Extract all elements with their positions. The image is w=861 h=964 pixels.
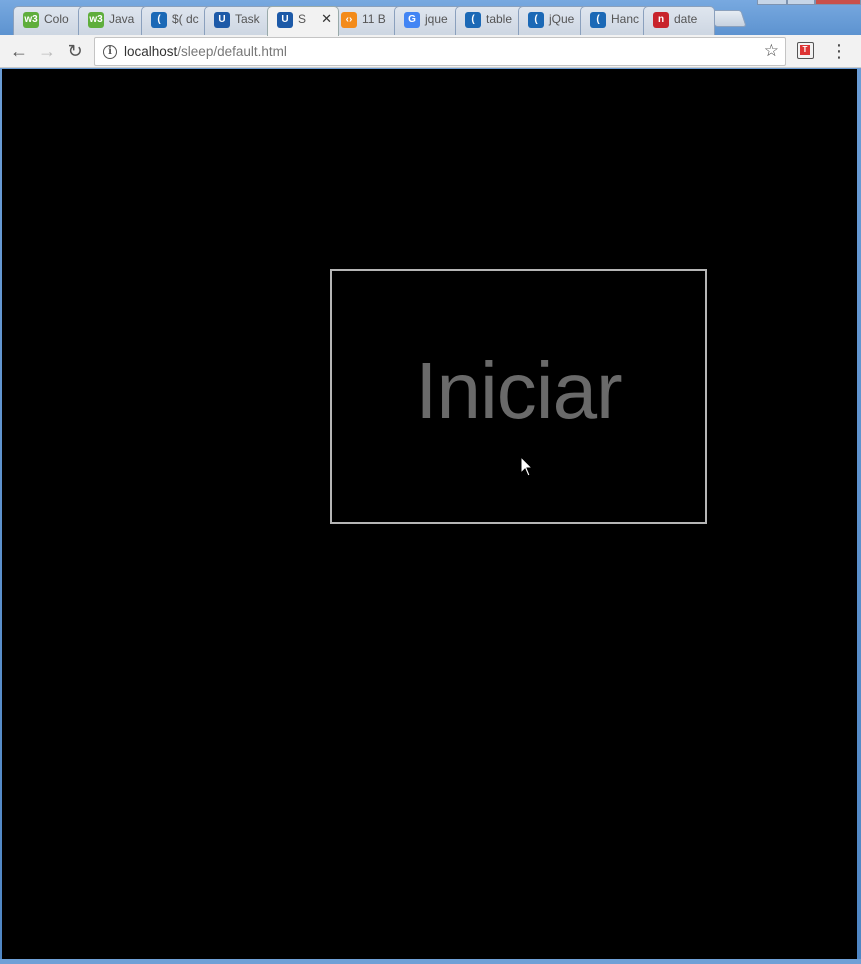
forward-button[interactable]: →	[35, 40, 59, 64]
tab-label: Hanc	[611, 12, 640, 26]
tab-label: date	[674, 12, 698, 26]
tab-3[interactable]: ( $( dc	[141, 6, 213, 35]
udemy-icon: U	[277, 12, 293, 28]
address-url[interactable]: localhost/sleep/default.html	[124, 44, 287, 59]
jquery-icon: (	[151, 12, 167, 28]
jquery-icon: (	[590, 12, 606, 28]
url-host: localhost	[124, 44, 178, 59]
close-tab-icon[interactable]: ✕	[321, 11, 332, 27]
minimize-button[interactable]	[757, 0, 787, 5]
address-bar[interactable]: i localhost/sleep/default.html ☆	[94, 37, 786, 66]
info-icon[interactable]: i	[103, 45, 117, 59]
tab-label: jque	[425, 12, 448, 26]
tab-label: Java	[109, 12, 135, 26]
nuget-icon: n	[653, 12, 669, 28]
tab-label: Colo	[44, 12, 69, 26]
back-button[interactable]: ←	[7, 40, 31, 64]
jquery-icon: (	[465, 12, 481, 28]
w3-icon: w3	[88, 12, 104, 28]
tab-strip: w3 Colo w3 Java($( dc U Task U S ✕ ‹› 11 B Gjque(ta…	[0, 0, 861, 36]
tab-label: $( dc	[172, 12, 199, 26]
google-icon: G	[404, 12, 420, 28]
start-button-label: Iniciar	[415, 345, 622, 435]
back-arrow-icon: ←	[10, 41, 28, 61]
udemy-icon: U	[214, 12, 230, 28]
tab-label: 11 B	[362, 12, 386, 26]
w3-icon: w3	[23, 12, 39, 28]
tab-label: jQue	[549, 12, 575, 26]
tab-label: Task	[235, 12, 260, 26]
maximize-button[interactable]	[787, 0, 815, 5]
tab-11[interactable]: n date	[643, 6, 715, 35]
tab-4[interactable]: U Task	[204, 6, 276, 35]
mouse-pointer-icon	[520, 455, 534, 477]
tab-2[interactable]: w3 Java	[78, 6, 150, 35]
close-window-button[interactable]	[815, 0, 861, 5]
tab-label: S	[298, 12, 307, 26]
reload-icon: ↻	[67, 41, 83, 61]
stack-icon: ‹›	[341, 12, 357, 28]
tab-1[interactable]: w3 Colo	[13, 6, 85, 35]
window-bottom-border	[0, 959, 861, 964]
tab-10[interactable]: ( Hanc	[580, 6, 652, 35]
tab-8[interactable]: ( table	[455, 6, 527, 35]
browser-toolbar: ← → ↻ i localhost/sleep/default.html ☆ T…	[0, 35, 861, 68]
tab-6[interactable]: ‹› 11 B	[331, 6, 403, 35]
page-viewport: Iniciar	[2, 69, 857, 959]
browser-window: w3 Colo w3 Java($( dc U Task U S ✕ ‹› 11 B Gjque(ta…	[0, 0, 861, 964]
extension-icon[interactable]: T	[797, 42, 814, 59]
url-path: /sleep/default.html	[177, 44, 287, 59]
start-button[interactable]: Iniciar	[330, 269, 707, 524]
tab-label: table	[486, 12, 513, 26]
jquery-icon: (	[528, 12, 544, 28]
bookmark-star-icon[interactable]: ☆	[764, 41, 779, 61]
menu-icon[interactable]: ⋮	[830, 41, 848, 63]
reload-button[interactable]: ↻	[63, 40, 87, 64]
forward-arrow-icon: →	[38, 41, 56, 61]
tab-5[interactable]: U S ✕	[267, 6, 339, 36]
